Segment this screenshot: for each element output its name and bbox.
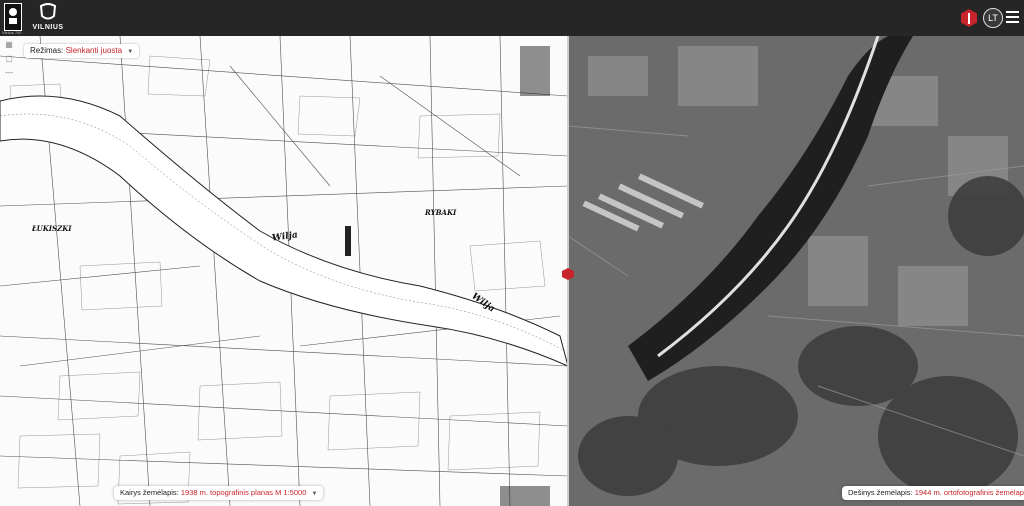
map-tools: ▦ ▢ — <box>4 40 18 82</box>
district-label-rybaki: RYBAKI <box>425 208 457 217</box>
left-map-value: 1938 m. topografinis planas M 1:5000 <box>180 488 307 497</box>
menu-icon[interactable] <box>1006 11 1019 23</box>
swipe-handle[interactable] <box>561 267 575 286</box>
zoom-frame-icon[interactable]: ▢ <box>4 54 14 64</box>
language-button[interactable]: LT <box>983 8 1003 28</box>
left-map-selector[interactable]: Kairys žemėlapis: 1938 m. topografinis p… <box>114 486 324 500</box>
map-comparison-view[interactable]: Wilja Wilja ŁUKISZKI RYBAKI <box>0 36 1024 506</box>
shield-icon <box>39 3 57 20</box>
mode-label: Režimas: <box>30 46 64 55</box>
right-map-selector[interactable]: Dešinys žemėlapis: 1944 m. ortofotografi… <box>842 486 1024 500</box>
minus-icon[interactable]: — <box>4 68 14 78</box>
left-map-label: Kairys žemėlapis: <box>120 488 179 497</box>
mode-value: Slenkanti juosta <box>65 46 123 55</box>
layers-icon[interactable]: ▦ <box>4 40 14 50</box>
logo-subtitle: Vilnius 700 <box>2 30 22 35</box>
topographic-plan-drawing <box>0 36 568 506</box>
orthophoto-image <box>568 36 1024 506</box>
left-map-1938-plan[interactable]: Wilja Wilja ŁUKISZKI RYBAKI <box>0 36 568 506</box>
right-map-label: Dešinys žemėlapis: <box>848 488 913 497</box>
right-map-value: 1944 m. ortofotografinis žemėlapis <box>914 488 1024 497</box>
vilnius-city-logo[interactable]: VILNIUS <box>30 2 66 34</box>
info-hexagon-button[interactable] <box>960 8 978 33</box>
hexagon-handle-icon <box>562 268 574 280</box>
chevron-down-icon: ▼ <box>311 491 318 497</box>
right-map-1944-orthophoto[interactable] <box>568 36 1024 506</box>
hexagon-icon <box>961 9 977 27</box>
vilnius-700-logo[interactable] <box>4 3 22 31</box>
mode-selector[interactable]: Režimas: Slenkanti juosta ▼ <box>24 44 140 58</box>
bridge <box>345 226 351 256</box>
top-bar: Vilnius 700 VILNIUS LT <box>0 0 1024 36</box>
district-label-lukiszki: ŁUKISZKI <box>32 224 72 233</box>
city-name: VILNIUS <box>32 24 64 31</box>
chevron-down-icon: ▼ <box>127 49 134 55</box>
